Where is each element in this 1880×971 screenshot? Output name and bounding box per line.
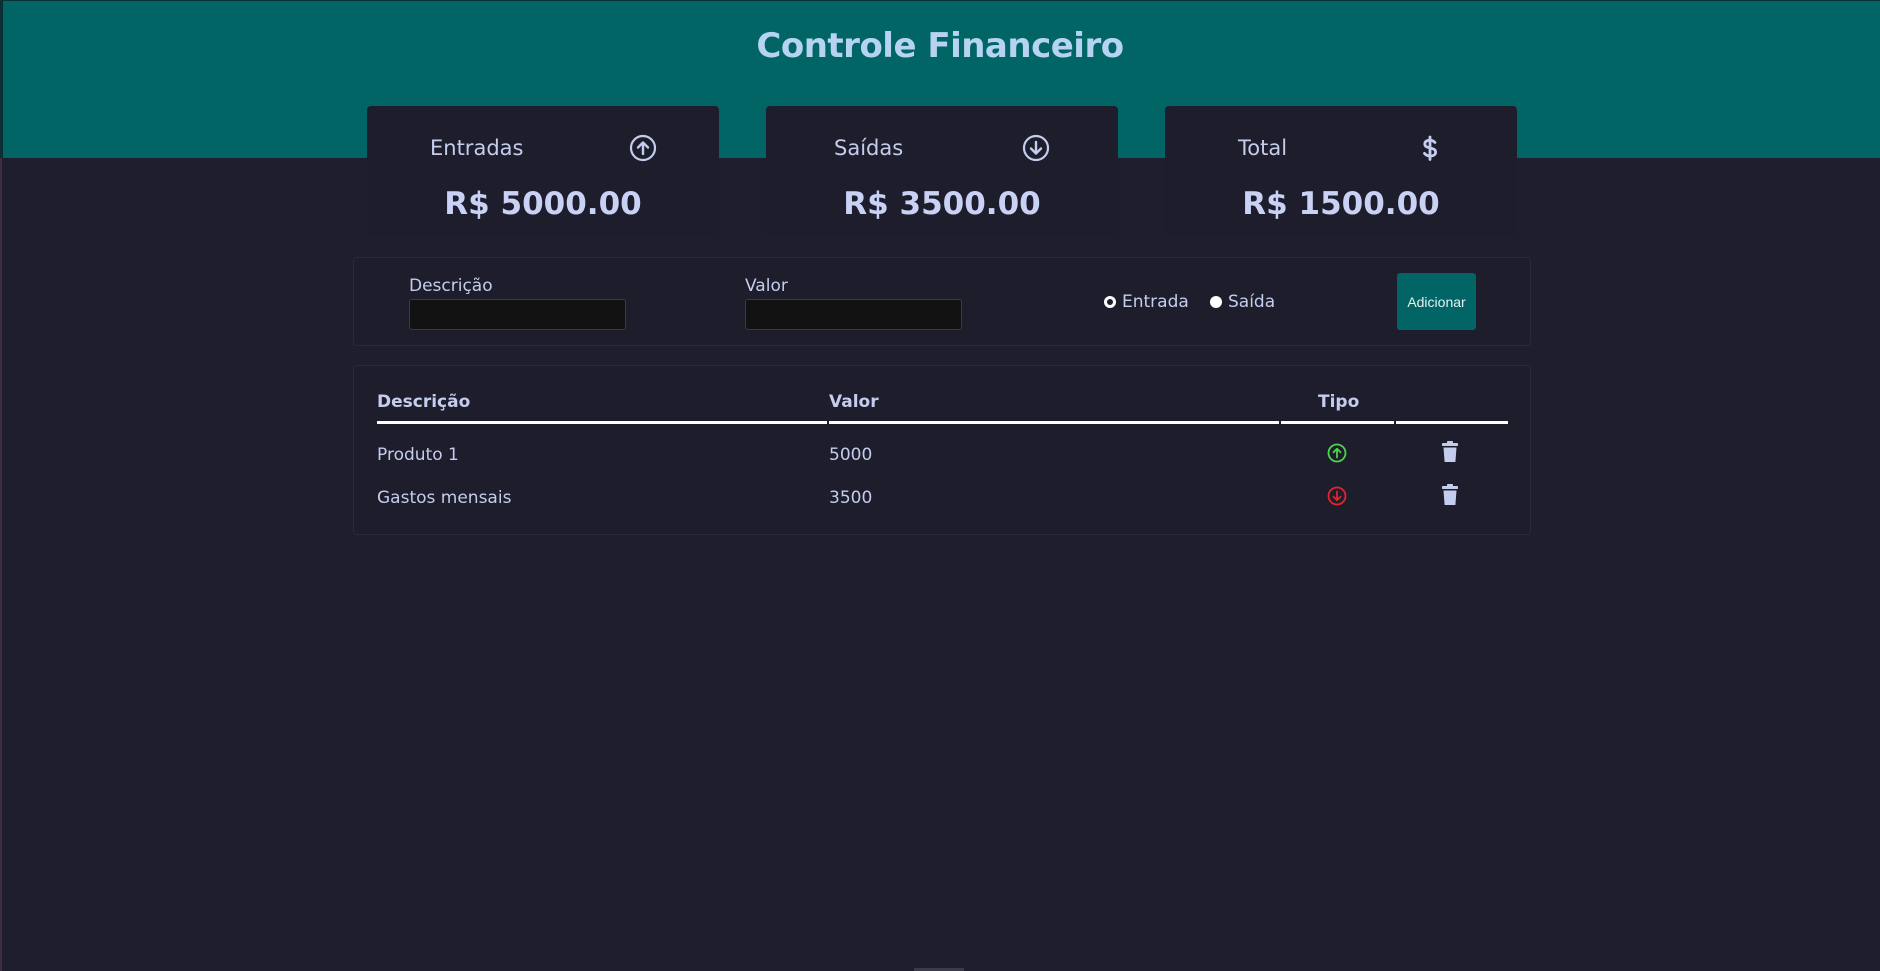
expense-amount: R$ 3500.00 xyxy=(843,186,1041,222)
row-1-value: 5000 xyxy=(829,445,873,465)
value-input[interactable] xyxy=(745,299,962,330)
header-divider xyxy=(377,421,827,424)
radio-expense-dot[interactable] xyxy=(1210,296,1222,308)
arrow-circle-up-icon xyxy=(1327,443,1347,463)
radio-expense[interactable]: Saída xyxy=(1210,292,1275,312)
description-label: Descrição xyxy=(409,276,493,296)
value-label: Valor xyxy=(745,276,788,296)
income-amount: R$ 5000.00 xyxy=(444,186,642,222)
total-amount: R$ 1500.00 xyxy=(1242,186,1440,222)
window-edge xyxy=(0,158,2,971)
add-button[interactable]: Adicionar xyxy=(1397,273,1476,330)
total-label: Total xyxy=(1238,136,1288,160)
trash-icon[interactable] xyxy=(1439,483,1461,507)
trash-icon[interactable] xyxy=(1439,440,1461,464)
header-divider xyxy=(1396,421,1508,424)
row-1-description: Produto 1 xyxy=(377,445,459,465)
dollar-icon xyxy=(1423,135,1438,161)
radio-expense-label: Saída xyxy=(1228,292,1276,312)
transaction-form: Descrição Valor Entrada Saída Adicionar xyxy=(353,257,1531,346)
arrow-circle-up-icon xyxy=(629,134,657,162)
expense-label: Saídas xyxy=(834,136,904,160)
row-2-value: 3500 xyxy=(829,488,873,508)
description-input[interactable] xyxy=(409,299,626,330)
arrow-circle-down-icon xyxy=(1327,486,1347,506)
transactions-table: Descrição Valor Tipo Produto 1 5000 Gast… xyxy=(353,365,1531,535)
header-description: Descrição xyxy=(377,392,471,412)
header-type: Tipo xyxy=(1318,392,1360,412)
income-card: Entradas R$ 5000.00 xyxy=(367,106,719,236)
radio-income-dot[interactable] xyxy=(1104,296,1116,308)
header-divider xyxy=(829,421,1279,424)
header-divider xyxy=(1281,421,1394,424)
arrow-circle-down-icon xyxy=(1022,134,1050,162)
header-value: Valor xyxy=(829,392,879,412)
total-card: Total R$ 1500.00 xyxy=(1165,106,1517,236)
row-2-description: Gastos mensais xyxy=(377,488,512,508)
expense-card: Saídas R$ 3500.00 xyxy=(766,106,1118,236)
radio-income[interactable]: Entrada xyxy=(1104,292,1189,312)
income-label: Entradas xyxy=(430,136,524,160)
page-title: Controle Financeiro xyxy=(756,26,1124,66)
radio-income-label: Entrada xyxy=(1122,292,1189,312)
